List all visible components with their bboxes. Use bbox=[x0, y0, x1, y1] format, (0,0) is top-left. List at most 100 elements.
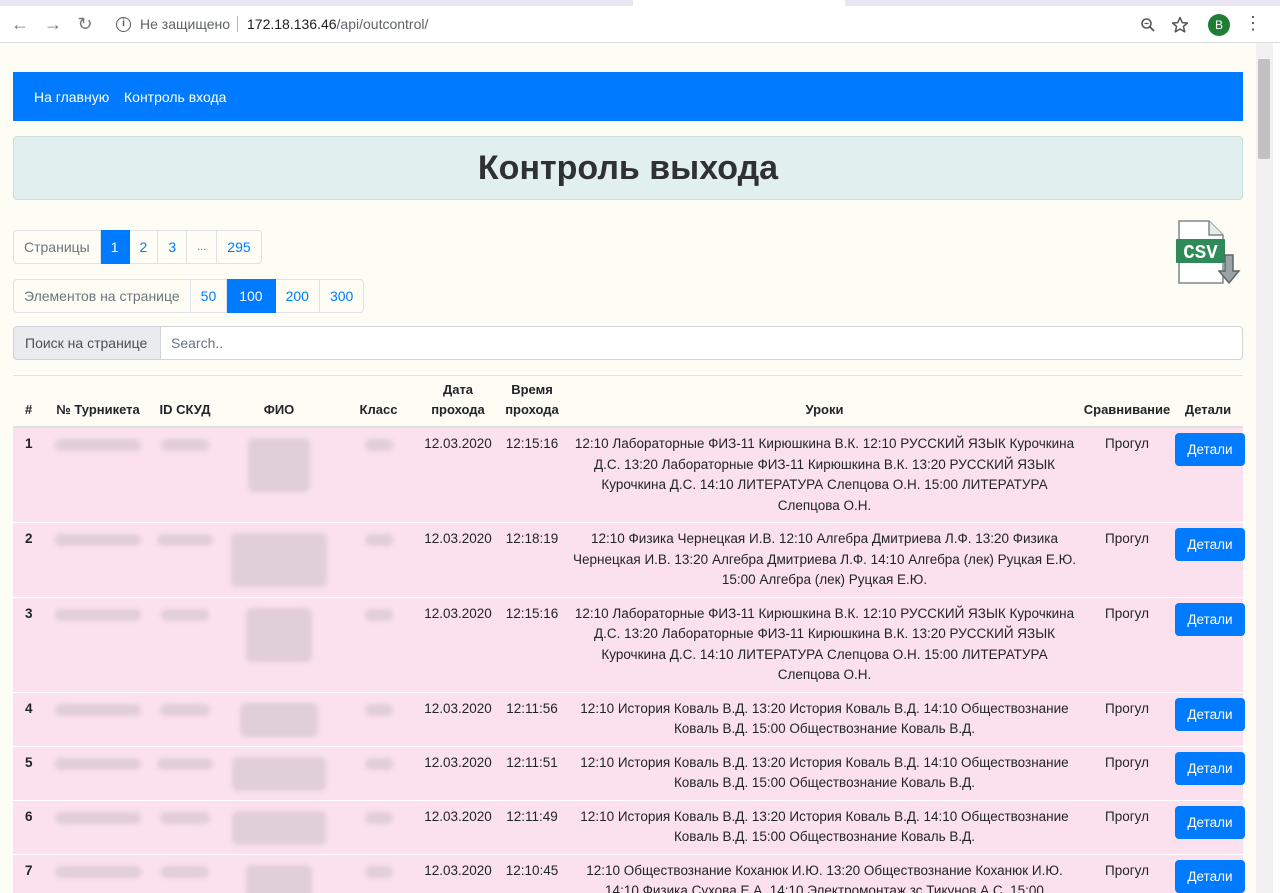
turnstile-cell bbox=[47, 799, 149, 854]
page-link[interactable]: 295 bbox=[217, 230, 262, 264]
time-cell: 12:10:45 bbox=[496, 853, 568, 893]
table-row: 7 12.03.2020 12:10:45 12:10 Обществознан… bbox=[13, 853, 1245, 893]
redacted-value bbox=[161, 439, 209, 451]
redacted-value bbox=[55, 703, 141, 716]
details-button[interactable]: Детали bbox=[1175, 528, 1245, 561]
table-row: 2 12.03.2020 12:18:19 12:10 Физика Черне… bbox=[13, 522, 1245, 597]
class-cell bbox=[337, 596, 420, 692]
page-size-option[interactable]: 200 bbox=[275, 279, 320, 313]
redacted-value bbox=[157, 757, 213, 770]
redacted-value bbox=[240, 702, 318, 737]
page-link[interactable]: 3 bbox=[158, 230, 188, 264]
page-ellipsis: ... bbox=[187, 230, 218, 264]
turnstile-cell bbox=[47, 691, 149, 746]
class-cell bbox=[337, 799, 420, 854]
table-row: 1 12.03.2020 12:15:16 12:10 Лабораторные… bbox=[13, 426, 1245, 523]
lessons-cell: 12:10 История Коваль В.Д. 13:20 История … bbox=[568, 691, 1081, 746]
redacted-value bbox=[364, 811, 393, 824]
pagination-label: Страницы bbox=[13, 230, 101, 264]
turnstile-cell bbox=[47, 426, 149, 523]
browser-menu-icon[interactable]: ⋮ bbox=[1244, 13, 1262, 34]
browser-toolbar: ← → ↻ i Не защищено 172.18.136.46/api/ou… bbox=[0, 6, 1280, 43]
col-header-comparison: Сравнивание bbox=[1081, 375, 1173, 428]
table-row: 4 12.03.2020 12:11:56 12:10 История Кова… bbox=[13, 691, 1245, 746]
details-button[interactable]: Детали bbox=[1175, 805, 1245, 839]
row-num: 2 bbox=[13, 522, 47, 597]
page-link[interactable]: 2 bbox=[129, 230, 159, 264]
row-num: 5 bbox=[13, 745, 47, 800]
turnstile-cell bbox=[47, 853, 149, 893]
forward-icon[interactable]: → bbox=[42, 13, 64, 35]
scrollbar-thumb[interactable] bbox=[1258, 59, 1270, 159]
lessons-cell: 12:10 Лабораторные ФИЗ-11 Кирюшкина В.К.… bbox=[568, 426, 1081, 523]
col-header-skud-id: ID СКУД bbox=[149, 375, 221, 428]
details-button[interactable]: Детали bbox=[1175, 751, 1245, 785]
class-cell bbox=[337, 745, 420, 800]
lessons-cell: 12:10 Лабораторные ФИЗ-11 Кирюшкина В.К.… bbox=[568, 596, 1081, 692]
pagination: Страницы 1 2 3 ... 295 bbox=[13, 230, 262, 264]
lessons-cell: 12:10 История Коваль В.Д. 13:20 История … bbox=[568, 799, 1081, 854]
details-button[interactable]: Детали bbox=[1175, 602, 1245, 636]
redacted-value bbox=[364, 534, 393, 546]
address-bar[interactable]: 172.18.136.46/api/outcontrol/ bbox=[247, 16, 428, 32]
url-host: 172.18.136.46 bbox=[247, 16, 337, 32]
details-cell: Детали bbox=[1173, 691, 1245, 746]
comparison-cell: Прогул bbox=[1081, 426, 1173, 523]
back-icon[interactable]: ← bbox=[9, 13, 31, 35]
col-header-num: # bbox=[13, 375, 47, 428]
info-icon[interactable]: i bbox=[116, 17, 131, 32]
redacted-value bbox=[160, 811, 210, 824]
col-header-fio: ФИО bbox=[221, 375, 337, 428]
search-group: Поиск на странице bbox=[13, 326, 1243, 360]
date-cell: 12.03.2020 bbox=[420, 799, 496, 854]
time-cell: 12:15:16 bbox=[496, 596, 568, 692]
lessons-cell: 12:10 Физика Чернецкая И.В. 12:10 Алгебр… bbox=[568, 522, 1081, 597]
nav-link-home[interactable]: На главную bbox=[34, 89, 109, 105]
csv-icon-text: CSV bbox=[1183, 242, 1218, 264]
page-size-option[interactable]: 300 bbox=[319, 279, 365, 313]
page-size-option[interactable]: 100 bbox=[227, 279, 276, 313]
fio-cell bbox=[221, 691, 337, 746]
date-cell: 12.03.2020 bbox=[420, 745, 496, 800]
date-cell: 12.03.2020 bbox=[420, 522, 496, 597]
security-label[interactable]: Не защищено bbox=[140, 16, 230, 32]
turnstile-cell bbox=[47, 596, 149, 692]
skud-id-cell bbox=[149, 522, 221, 597]
details-cell: Детали bbox=[1173, 799, 1245, 854]
col-header-lessons: Уроки bbox=[568, 375, 1081, 428]
search-input[interactable] bbox=[161, 326, 1243, 360]
url-path: /api/outcontrol/ bbox=[336, 16, 429, 32]
skud-id-cell bbox=[149, 853, 221, 893]
reload-icon[interactable]: ↻ bbox=[74, 13, 96, 35]
skud-id-cell bbox=[149, 691, 221, 746]
redacted-value bbox=[232, 810, 326, 845]
details-button[interactable]: Детали bbox=[1175, 433, 1245, 466]
redacted-value bbox=[246, 607, 312, 662]
zoom-icon[interactable] bbox=[1140, 17, 1156, 33]
date-cell: 12.03.2020 bbox=[420, 426, 496, 523]
details-button[interactable]: Детали bbox=[1175, 697, 1245, 731]
page-link[interactable]: 1 bbox=[100, 230, 130, 264]
page-scrollbar[interactable] bbox=[1256, 43, 1273, 893]
bookmark-star-icon[interactable] bbox=[1171, 16, 1189, 34]
redacted-value bbox=[55, 439, 141, 451]
page-size-option[interactable]: 50 bbox=[190, 279, 228, 313]
redacted-value bbox=[364, 757, 393, 770]
csv-download-icon[interactable]: CSV bbox=[1175, 219, 1241, 287]
comparison-cell: Прогул bbox=[1081, 596, 1173, 692]
redacted-value bbox=[55, 811, 141, 824]
table-row: 6 12.03.2020 12:11:49 12:10 История Кова… bbox=[13, 799, 1245, 854]
fio-cell bbox=[221, 522, 337, 597]
col-header-turnstile: № Турникета bbox=[47, 375, 149, 428]
profile-avatar[interactable]: В bbox=[1208, 14, 1230, 36]
row-num: 1 bbox=[13, 426, 47, 523]
nav-link-entry-control[interactable]: Контроль входа bbox=[124, 89, 226, 105]
top-navbar: На главную Контроль входа bbox=[13, 72, 1243, 121]
address-separator bbox=[237, 16, 238, 32]
details-button[interactable]: Детали bbox=[1175, 859, 1245, 893]
table-row: 3 12.03.2020 12:15:16 12:10 Лабораторные… bbox=[13, 596, 1245, 692]
redacted-value bbox=[55, 757, 141, 770]
skud-id-cell bbox=[149, 745, 221, 800]
details-cell: Детали bbox=[1173, 853, 1245, 893]
page-title: Контроль выхода bbox=[477, 149, 779, 187]
